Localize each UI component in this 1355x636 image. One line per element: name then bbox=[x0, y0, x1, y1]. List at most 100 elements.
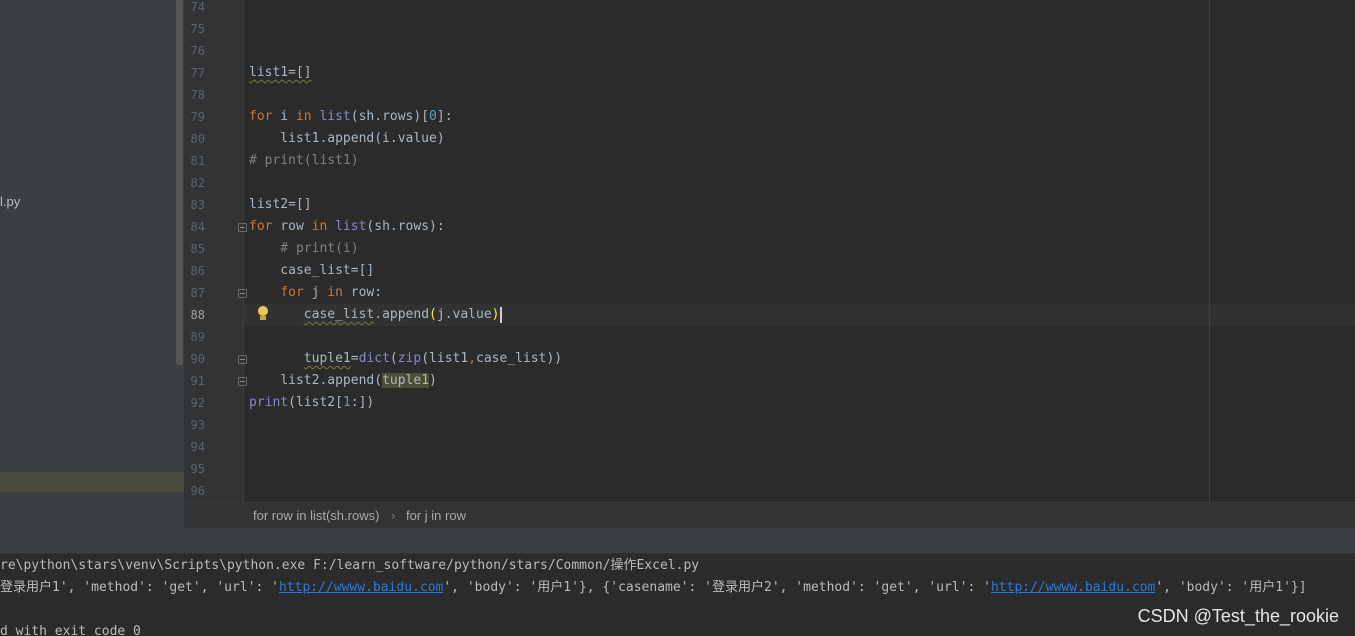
code-line[interactable]: list2=[] bbox=[249, 194, 312, 216]
code-line[interactable]: list2.append(tuple1) bbox=[249, 370, 437, 392]
fold-marker[interactable] bbox=[238, 355, 247, 364]
builtin: zip bbox=[397, 351, 422, 366]
line-number: 96 bbox=[190, 484, 205, 498]
code-text: j.value bbox=[436, 307, 492, 322]
code-text: list2.append( bbox=[280, 373, 383, 388]
builtin: dict bbox=[358, 351, 390, 366]
code-text: .append bbox=[374, 307, 430, 322]
code-line[interactable]: for row in list(sh.rows): bbox=[249, 216, 445, 238]
code-text: = bbox=[350, 351, 359, 366]
code-text: list1=[] bbox=[249, 65, 312, 80]
code-line[interactable]: tuple1=dict(zip(list1,case_list)) bbox=[249, 348, 562, 370]
builtin: list bbox=[319, 109, 351, 124]
project-selected-row[interactable] bbox=[0, 472, 184, 492]
line-number: 93 bbox=[190, 418, 205, 432]
brace-match: ( bbox=[429, 307, 437, 322]
right-margin-guide bbox=[1209, 0, 1210, 502]
code-text: list1.append(i.value) bbox=[249, 131, 445, 146]
code-text: list2=[] bbox=[249, 197, 312, 212]
fold-marker[interactable] bbox=[238, 223, 247, 232]
line-number: 80 bbox=[190, 132, 205, 146]
code-line[interactable]: list1=[] bbox=[249, 62, 312, 84]
line-number: 89 bbox=[190, 330, 205, 344]
line-number: 94 bbox=[190, 440, 205, 454]
keyword: for bbox=[280, 285, 304, 300]
line-number: 84 bbox=[190, 220, 205, 234]
keyword: in bbox=[311, 219, 328, 234]
code-text: (sh.rows): bbox=[366, 219, 445, 234]
code-editor[interactable] bbox=[244, 0, 1355, 502]
line-number: 92 bbox=[190, 396, 205, 410]
line-number: 95 bbox=[190, 462, 205, 476]
comment: # print(i) bbox=[249, 241, 359, 256]
line-number: 76 bbox=[190, 44, 205, 58]
chevron-right-icon: › bbox=[391, 508, 396, 523]
keyword: for bbox=[249, 109, 273, 124]
code-text: (sh.rows)[ bbox=[350, 109, 430, 124]
line-number-current: 88 bbox=[190, 308, 205, 322]
code-text: , bbox=[468, 351, 477, 366]
project-panel: l.py bbox=[0, 0, 184, 502]
number: 0 bbox=[429, 109, 437, 124]
breadcrumb: for row in list(sh.rows) › for j in row bbox=[0, 502, 1355, 529]
console-line: d with exit code 0 bbox=[0, 624, 141, 636]
fold-marker[interactable] bbox=[238, 289, 247, 298]
console-text: ', 'body': '用户1'}, {'casename': '登录用户2',… bbox=[443, 580, 991, 595]
keyword: for bbox=[249, 219, 273, 234]
keyword: in bbox=[295, 109, 312, 124]
code-line[interactable]: case_list=[] bbox=[249, 260, 374, 282]
brace-match: ) bbox=[491, 307, 500, 322]
code-text: ]: bbox=[436, 109, 453, 124]
code-line[interactable]: # print(i) bbox=[249, 238, 359, 260]
code-text: ( bbox=[389, 351, 398, 366]
project-file-item[interactable]: l.py bbox=[0, 194, 20, 209]
code-text: (list2[ bbox=[288, 395, 343, 410]
code-text: ) bbox=[429, 373, 437, 388]
line-number: 87 bbox=[190, 286, 205, 300]
breadcrumb-item[interactable]: for j in row bbox=[406, 508, 466, 523]
line-number: 74 bbox=[190, 0, 205, 14]
line-number: 77 bbox=[190, 66, 205, 80]
comment: # print(list1) bbox=[249, 153, 359, 168]
code-text: tuple1 bbox=[303, 351, 351, 366]
code-text: j bbox=[303, 285, 328, 300]
code-line[interactable]: print(list2[1:]) bbox=[249, 392, 374, 414]
code-line[interactable]: for i in list(sh.rows)[0]: bbox=[249, 106, 453, 128]
fold-marker[interactable] bbox=[238, 377, 247, 386]
text-caret bbox=[499, 306, 502, 323]
line-number: 79 bbox=[190, 110, 205, 124]
console-text: ', 'body': '用户1'}] bbox=[1155, 580, 1307, 595]
code-text: case_list)) bbox=[476, 351, 563, 366]
line-number: 83 bbox=[190, 198, 205, 212]
code-text: row bbox=[272, 219, 312, 234]
code-text: :]) bbox=[350, 395, 375, 410]
lightbulb-icon[interactable] bbox=[257, 304, 269, 326]
builtin: list bbox=[335, 219, 367, 234]
code-line[interactable]: for j in row: bbox=[249, 282, 382, 304]
breadcrumb-item[interactable]: for row in list(sh.rows) bbox=[253, 508, 379, 523]
code-text: (list1 bbox=[421, 351, 469, 366]
console-link[interactable]: http://wwww.baidu.com bbox=[279, 580, 443, 595]
code-line[interactable]: list1.append(i.value) bbox=[249, 128, 445, 150]
identifier-highlight: tuple1 bbox=[382, 373, 430, 388]
keyword: in bbox=[327, 285, 343, 300]
code-text: case_list bbox=[303, 307, 375, 322]
line-number: 78 bbox=[190, 88, 205, 102]
code-line-current[interactable]: case_list.append(j.value) bbox=[249, 304, 502, 326]
console-line: 登录用户1', 'method': 'get', 'url': 'http://… bbox=[0, 577, 1307, 599]
console-text: 登录用户1', 'method': 'get', 'url': ' bbox=[0, 580, 279, 595]
number: 1 bbox=[342, 395, 351, 410]
code-line[interactable]: # print(list1) bbox=[249, 150, 359, 172]
line-number: 85 bbox=[190, 242, 205, 256]
run-tool-window-header bbox=[0, 528, 1355, 554]
console-link[interactable]: http://wwww.baidu.com bbox=[991, 580, 1155, 595]
builtin: print bbox=[249, 395, 289, 410]
line-number: 91 bbox=[190, 374, 205, 388]
code-text: row: bbox=[342, 285, 383, 300]
line-number: 75 bbox=[190, 22, 205, 36]
project-scrollbar[interactable] bbox=[176, 0, 183, 365]
